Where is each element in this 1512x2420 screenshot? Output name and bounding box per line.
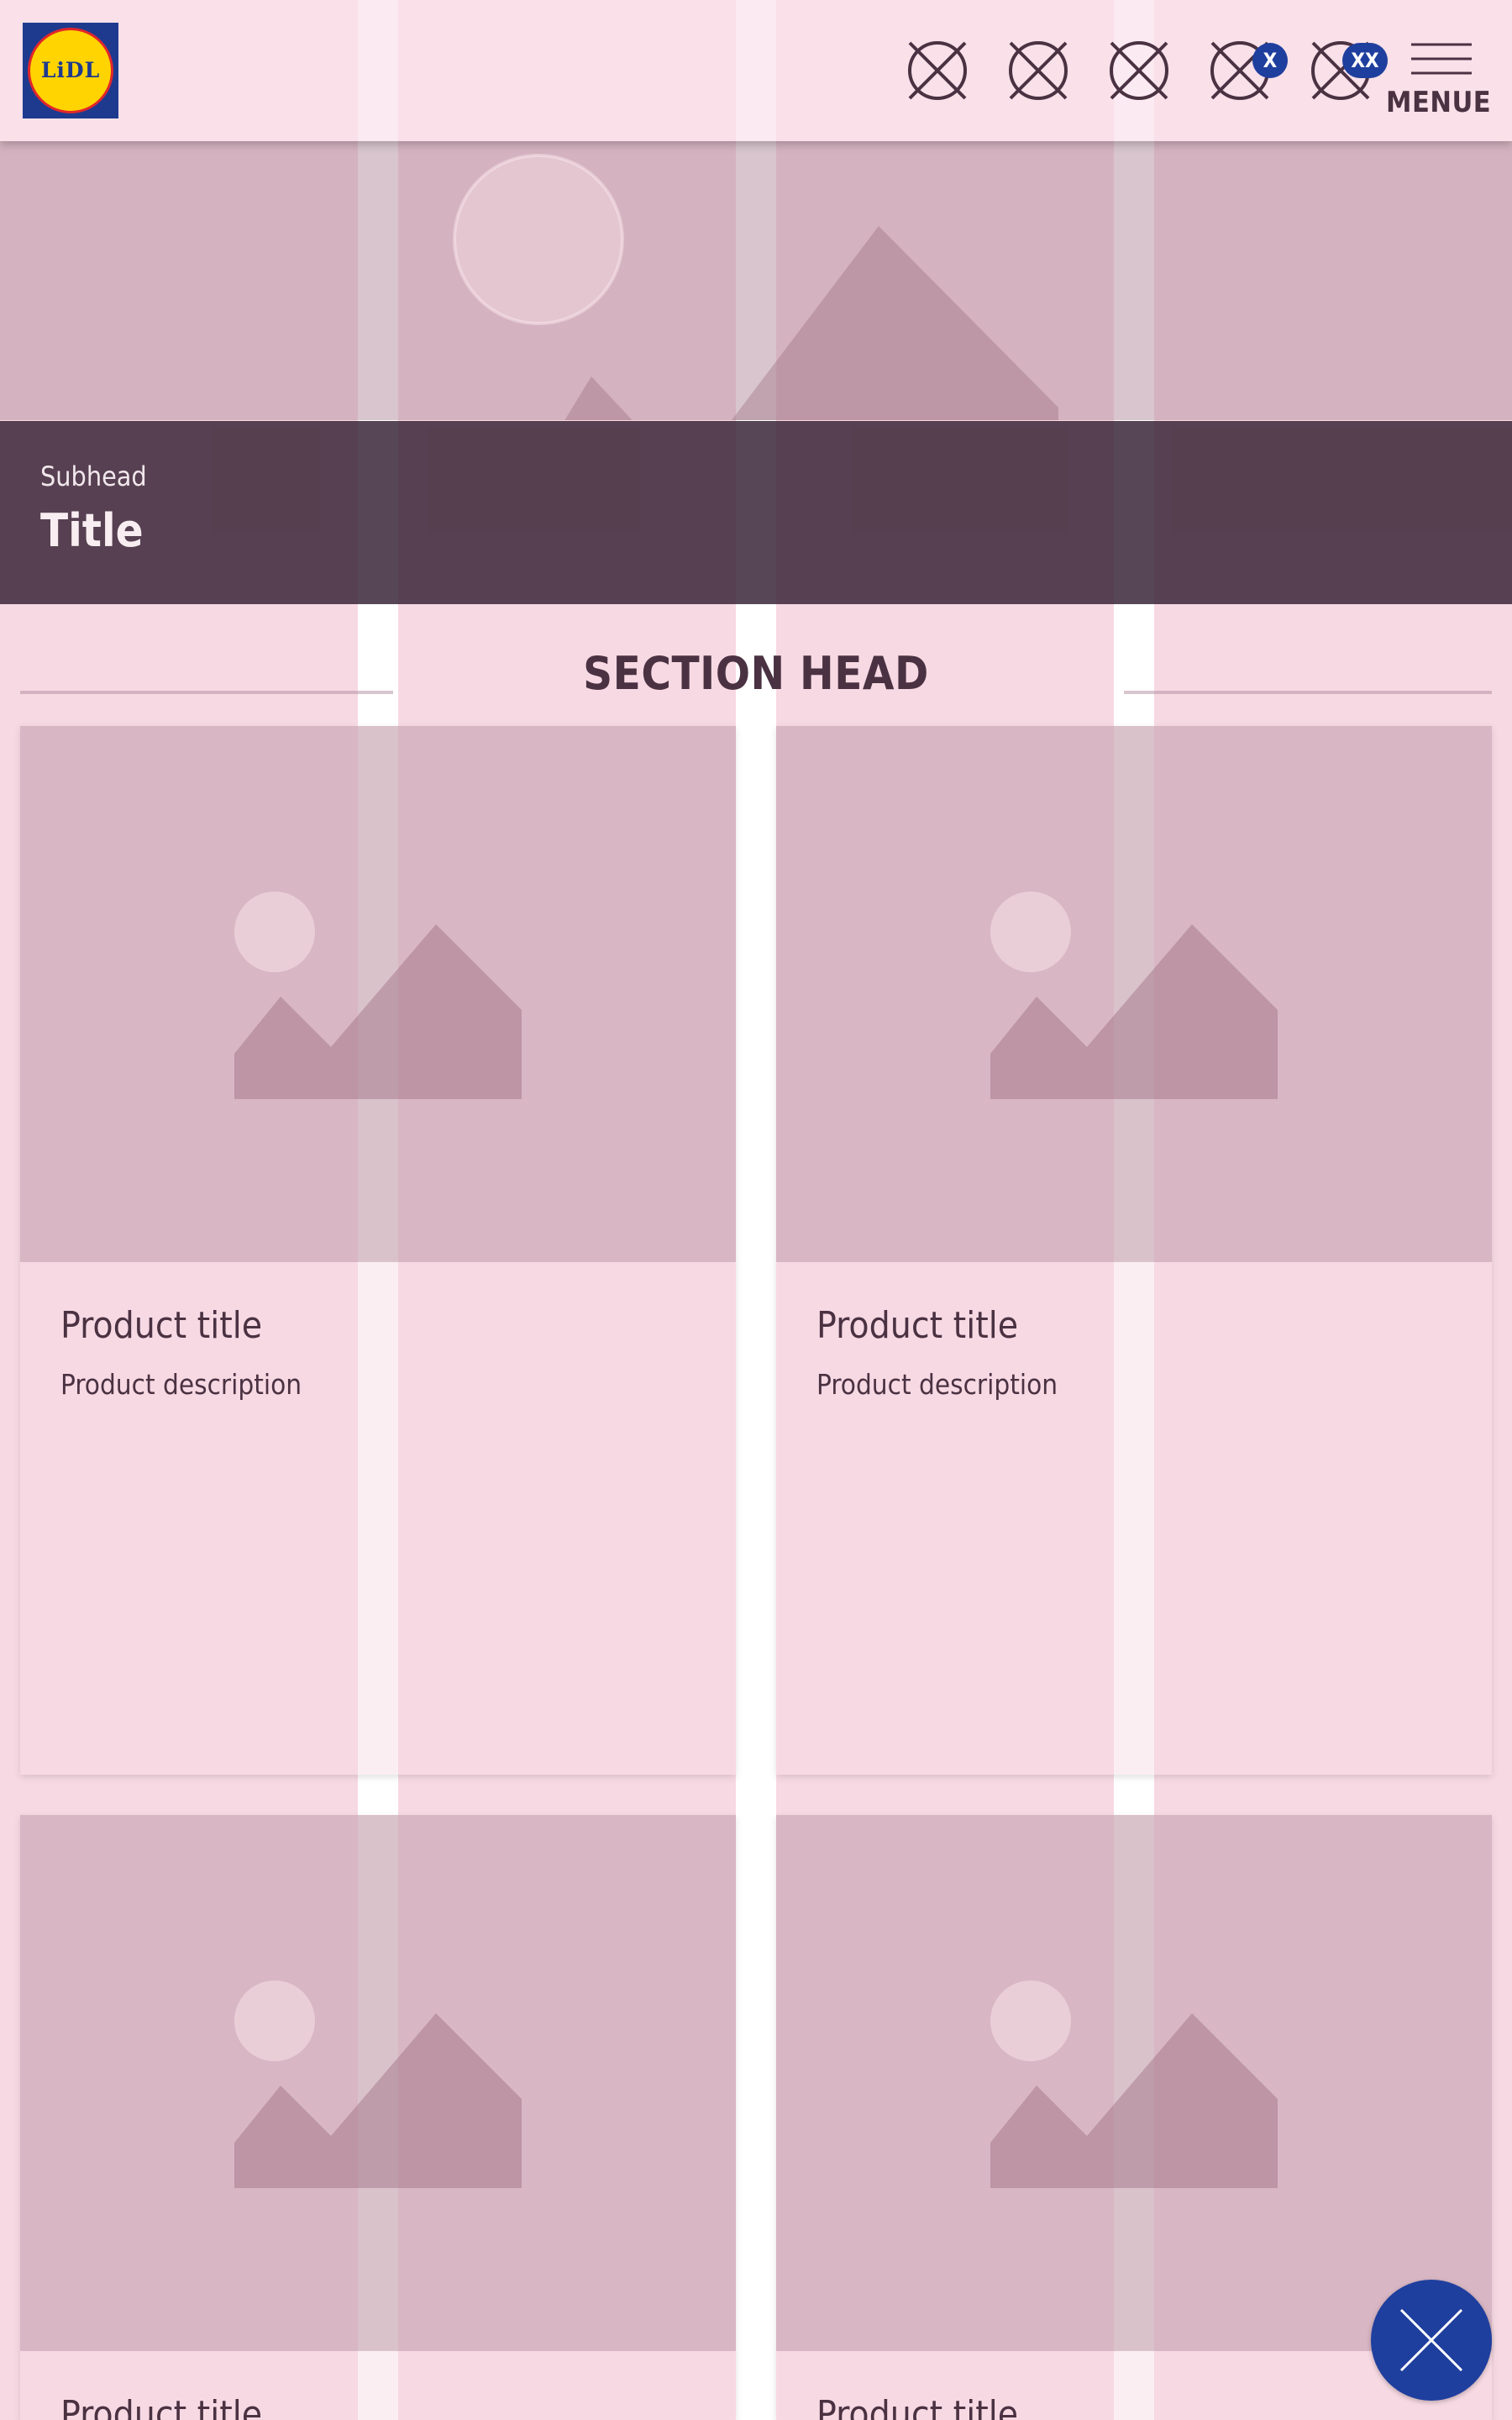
product-title: Product title	[816, 2393, 1019, 2420]
notification-badge: X	[1252, 43, 1288, 78]
product-image	[776, 726, 1492, 1262]
product-title: Product title	[60, 2393, 263, 2420]
section-head: SECTION HEAD	[583, 647, 929, 700]
hero-caption-band	[0, 421, 1512, 604]
placeholder-icon[interactable]	[906, 39, 969, 102]
product-card[interactable]: Product title Product description	[20, 726, 736, 1775]
product-card[interactable]: Product title	[20, 1815, 736, 2420]
product-title: Product title	[60, 1304, 263, 1347]
placeholder-icon[interactable]	[1007, 39, 1069, 102]
logo-text: LiDL	[40, 58, 101, 82]
close-icon	[1399, 2308, 1463, 2372]
product-card[interactable]: Product title Product description	[776, 726, 1492, 1775]
product-image	[20, 1815, 736, 2351]
image-placeholder-icon	[234, 1981, 522, 2188]
image-placeholder-icon	[453, 154, 1058, 420]
hero-subhead: Subhead	[40, 460, 147, 492]
placeholder-icon[interactable]	[1108, 39, 1170, 102]
product-title: Product title	[816, 1304, 1019, 1347]
image-placeholder-icon	[990, 892, 1278, 1099]
image-placeholder-icon	[234, 892, 522, 1099]
product-image	[776, 1815, 1492, 2351]
product-description: Product description	[60, 1368, 302, 1401]
product-description: Product description	[816, 1368, 1058, 1401]
brand-logo[interactable]: LiDL	[23, 23, 118, 118]
hero-image	[0, 141, 1512, 420]
hero-title: Title	[40, 504, 144, 557]
menu-label[interactable]: MENUE	[1386, 86, 1491, 119]
product-image	[20, 726, 736, 1262]
image-placeholder-icon	[990, 1981, 1278, 2188]
close-button[interactable]	[1371, 2280, 1492, 2401]
header: LiDL X XX MENUE	[0, 0, 1512, 141]
cart-count-badge: XX	[1342, 43, 1388, 78]
hamburger-icon[interactable]	[1411, 42, 1472, 76]
